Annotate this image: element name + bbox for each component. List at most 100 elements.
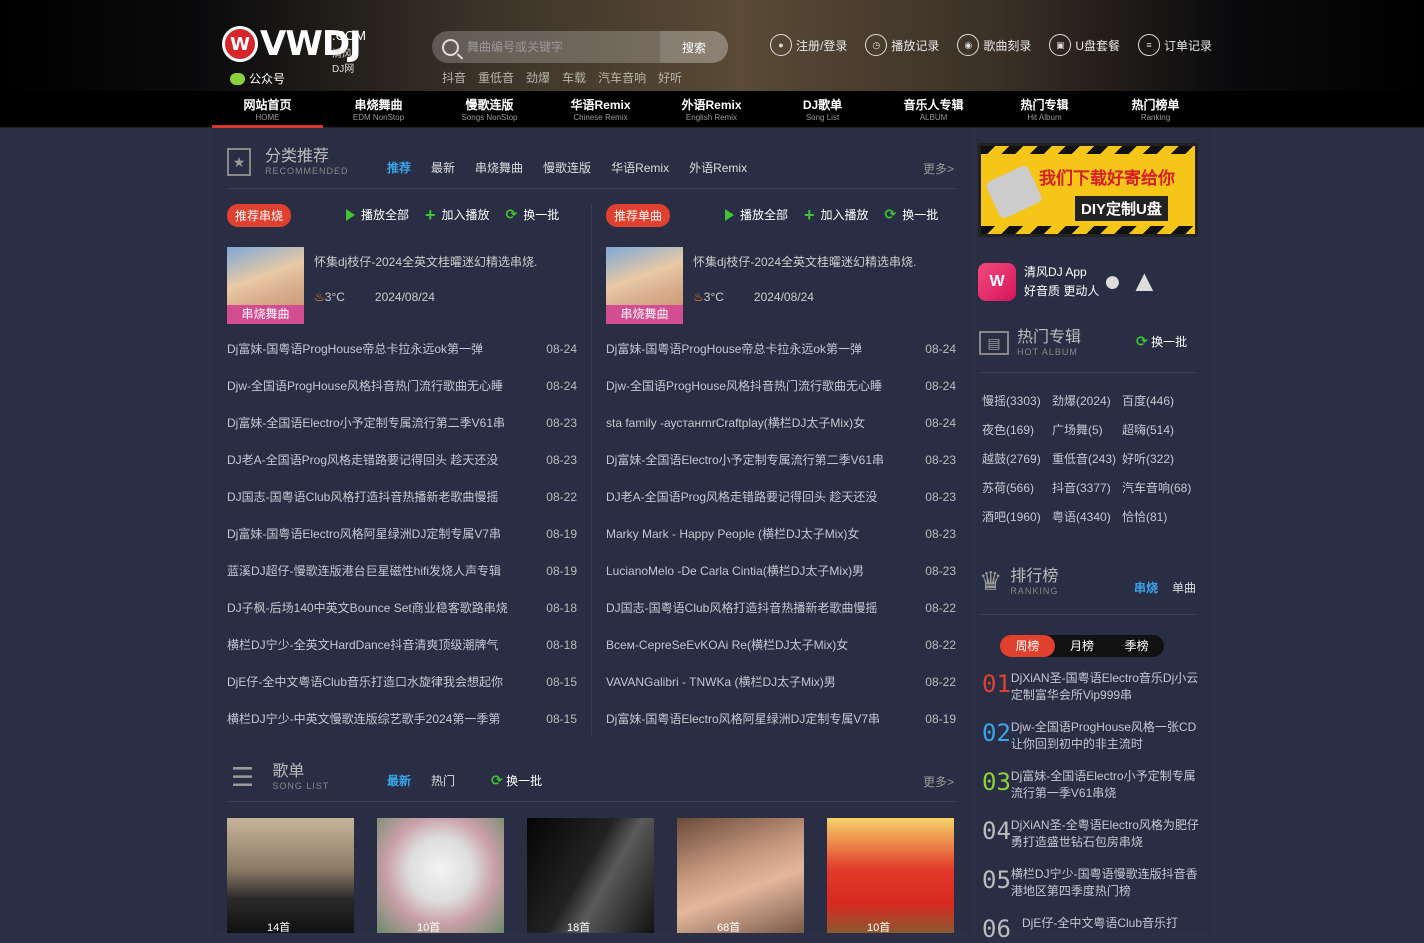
album-tag[interactable]: 恰恰(81) bbox=[1122, 508, 1202, 525]
track-row[interactable]: Marky Mark - Happy People (横栏DJ太子Mix)女 08… bbox=[606, 515, 956, 552]
track-row[interactable]: DjE仔-全中文粤语Club音乐打造口水旋律我会想起你 08-15 bbox=[227, 663, 577, 700]
songlist-more-link[interactable]: 更多> bbox=[923, 773, 954, 790]
nav-item-hit-album[interactable]: 热门专辑 Hit Album bbox=[989, 91, 1100, 128]
track-title[interactable]: 横栏DJ宁少-中英文慢歌连版综艺歌手2024第一季第 bbox=[227, 710, 500, 727]
tab-edm[interactable]: 串烧舞曲 bbox=[475, 159, 523, 176]
album-tag[interactable]: 酒吧(1960) bbox=[982, 508, 1052, 525]
refresh-button[interactable]: ⟳ 换一批 bbox=[506, 206, 560, 223]
apple-icon[interactable]: ● bbox=[1103, 266, 1121, 298]
search-input[interactable] bbox=[467, 40, 647, 54]
track-row[interactable]: 蓝溪DJ超仔-慢歌连版港台巨星磁性hifi发烧人声专辑 08-19 bbox=[227, 552, 577, 589]
tab-hot[interactable]: 热门 bbox=[431, 772, 455, 789]
track-title[interactable]: Dj富妹-全国语Electro小予定制专属流行第二季V61串 bbox=[227, 414, 505, 431]
tab-recommend[interactable]: 推荐 bbox=[387, 159, 411, 176]
hot-keyword[interactable]: 汽车音响 bbox=[598, 69, 646, 86]
track-title[interactable]: Djw-全国语ProgHouse风格抖音热门流行歌曲无心睡 bbox=[606, 377, 882, 394]
add-play-button[interactable]: + 加入播放 bbox=[425, 206, 490, 224]
app-download[interactable]: W 清风DJ App 好音质 更动人 ● ▲ bbox=[978, 256, 1198, 308]
hot-keyword[interactable]: 抖音 bbox=[442, 69, 466, 86]
track-title[interactable]: Marky Mark - Happy People (横栏DJ太子Mix)女 bbox=[606, 525, 859, 542]
burn-link[interactable]: ◉ 歌曲刻录 bbox=[957, 34, 1031, 56]
album-tag[interactable]: 超嗨(514) bbox=[1122, 421, 1202, 438]
track-row[interactable]: sta family -аустанrnrCraftplay(横栏DJ太子Mix… bbox=[606, 404, 956, 441]
tab-ranking-single[interactable]: 单曲 bbox=[1172, 579, 1196, 596]
track-row[interactable]: Djw-全国语ProgHouse风格抖音热门流行歌曲无心睡 08-24 bbox=[606, 367, 956, 404]
hot-keyword[interactable]: 车载 bbox=[562, 69, 586, 86]
songlist-refresh-button[interactable]: ⟳ 换一批 bbox=[491, 772, 542, 789]
nav-item-edm[interactable]: 串烧舞曲 EDM NonStop bbox=[323, 91, 434, 128]
tab-monthly[interactable]: 月榜 bbox=[1055, 635, 1110, 657]
album-tag[interactable]: 慢摇(3303) bbox=[982, 392, 1052, 409]
track-row[interactable]: DJ老A-全国语Prog风格走错路要记得回头 趁天还没 08-23 bbox=[606, 478, 956, 515]
rank-title[interactable]: DjXiAN圣-全粤语Electro风格为肥仔勇打造盛世钻石包房串烧 bbox=[1011, 817, 1202, 851]
nav-item-english-remix[interactable]: 外语Remix English Remix bbox=[656, 91, 767, 128]
search-button[interactable]: 搜索 bbox=[660, 31, 728, 63]
add-play-button[interactable]: + 加入播放 bbox=[804, 206, 869, 224]
usb-promo-banner[interactable]: 我们下载好寄给你 DIY定制U盘 bbox=[978, 143, 1198, 237]
track-title[interactable]: Всем-CepreSeEvKOAi Re(横栏DJ太子Mix)女 bbox=[606, 636, 848, 653]
track-title[interactable]: DJ国志-国粤语Club风格打造抖音热播新老歌曲慢摇 bbox=[227, 488, 498, 505]
orders-link[interactable]: ≡ 订单记录 bbox=[1138, 34, 1212, 56]
album-tag[interactable]: 好听(322) bbox=[1122, 450, 1202, 467]
track-row[interactable]: Dj富妹-国粤语Electro风格阿星绿洲DJ定制专属V7串 08-19 bbox=[227, 515, 577, 552]
login-link[interactable]: ● 注册/登录 bbox=[770, 34, 847, 56]
songlist-card[interactable]: 10首 bbox=[827, 818, 954, 934]
featured-track-right[interactable]: 串烧舞曲 怀集dj枝仔-2024全英文桂曤迷幻精选串烧. ♨3°C 2024/08… bbox=[606, 247, 916, 324]
songlist-card[interactable]: 18首 bbox=[527, 818, 654, 934]
track-row[interactable]: Dj富妹-国粤语ProgHouse帝总卡拉永远ok第一弹 08-24 bbox=[606, 330, 956, 367]
album-tag[interactable]: 劲爆(2024) bbox=[1052, 392, 1122, 409]
album-tag[interactable]: 越鼓(2769) bbox=[982, 450, 1052, 467]
nav-item-album[interactable]: 音乐人专辑 ALBUM bbox=[878, 91, 989, 128]
rank-title[interactable]: 横栏DJ宁少-国粤语慢歌连版抖音香港地区第四季度热门榜 bbox=[1011, 866, 1202, 900]
track-row[interactable]: 横栏DJ宁少-中英文慢歌连版综艺歌手2024第一季第 08-15 bbox=[227, 700, 577, 737]
track-row[interactable]: Dj富妹-国粤语Electro风格阿星绿洲DJ定制专属V7串 08-19 bbox=[606, 700, 956, 737]
album-tag[interactable]: 汽车音响(68) bbox=[1122, 479, 1202, 496]
track-title[interactable]: DJ老A-全国语Prog风格走错路要记得回头 趁天还没 bbox=[606, 488, 877, 505]
tab-ranking-edm[interactable]: 串烧 bbox=[1134, 579, 1158, 596]
ranking-item[interactable]: 06 DjE仔-全中文粤语Club音乐打 bbox=[982, 915, 1202, 943]
ranking-item[interactable]: 05 横栏DJ宁少-国粤语慢歌连版抖音香港地区第四季度热门榜 bbox=[982, 866, 1202, 900]
track-row[interactable]: DJ子枫-后场140中英文Bounce Set商业稳客歌路串烧 08-18 bbox=[227, 589, 577, 626]
nav-item-home[interactable]: 网站首页 HOME bbox=[212, 91, 323, 128]
track-title[interactable]: DJ子枫-后场140中英文Bounce Set商业稳客歌路串烧 bbox=[227, 599, 508, 616]
track-title[interactable]: Dj富妹-国粤语Electro风格阿星绿洲DJ定制专属V7串 bbox=[227, 525, 501, 542]
featured-track-left[interactable]: 串烧舞曲 怀集dj枝仔-2024全英文桂曤迷幻精选串烧. ♨3°C 2024/08… bbox=[227, 247, 537, 324]
track-title[interactable]: Djw-全国语ProgHouse风格抖音热门流行歌曲无心睡 bbox=[227, 377, 503, 394]
track-title[interactable]: DJ国志-国粤语Club风格打造抖音热播新老歌曲慢摇 bbox=[606, 599, 877, 616]
track-title[interactable]: LucianoMelo -De Carla Cintia(横栏DJ太子Mix)男 bbox=[606, 562, 864, 579]
play-all-button[interactable]: 播放全部 bbox=[725, 206, 788, 223]
songlist-card[interactable]: 14首 bbox=[227, 818, 354, 934]
play-history-link[interactable]: ◷ 播放记录 bbox=[865, 34, 939, 56]
featured-title[interactable]: 怀集dj枝仔-2024全英文桂曤迷幻精选串烧. bbox=[693, 253, 916, 270]
track-row[interactable]: DJ国志-国粤语Club风格打造抖音热播新老歌曲慢摇 08-22 bbox=[606, 589, 956, 626]
tab-chinese-remix[interactable]: 华语Remix bbox=[611, 159, 669, 176]
hot-keyword[interactable]: 劲爆 bbox=[526, 69, 550, 86]
track-row[interactable]: Всем-CepreSeEvKOAi Re(横栏DJ太子Mix)女 08-22 bbox=[606, 626, 956, 663]
tab-latest[interactable]: 最新 bbox=[387, 772, 411, 789]
track-title[interactable]: sta family -аустанrnrCraftplay(横栏DJ太子Mix… bbox=[606, 414, 865, 431]
hot-album-refresh-button[interactable]: ⟳ 换一批 bbox=[1136, 333, 1187, 350]
recommend-more-link[interactable]: 更多> bbox=[923, 160, 954, 177]
nav-item-chinese-remix[interactable]: 华语Remix Chinese Remix bbox=[545, 91, 656, 128]
songlist-card[interactable]: 68首 bbox=[677, 818, 804, 934]
nav-item-song-list[interactable]: DJ歌单 Song List bbox=[767, 91, 878, 128]
track-row[interactable]: LucianoMelo -De Carla Cintia(横栏DJ太子Mix)男… bbox=[606, 552, 956, 589]
songlist-card[interactable]: 10首 bbox=[377, 818, 504, 934]
track-cover[interactable]: 串烧舞曲 bbox=[606, 247, 683, 324]
wechat-link[interactable]: 公众号 bbox=[230, 70, 285, 87]
tab-weekly[interactable]: 周榜 bbox=[1000, 635, 1055, 657]
tab-latest[interactable]: 最新 bbox=[431, 159, 455, 176]
rank-title[interactable]: Dj富妹-全国语Electro小予定制专属流行第一季V61串烧 bbox=[1011, 768, 1202, 802]
ranking-item[interactable]: 04 DjXiAN圣-全粤语Electro风格为肥仔勇打造盛世钻石包房串烧 bbox=[982, 817, 1202, 851]
track-row[interactable]: Dj富妹-国粤语ProgHouse帝总卡拉永远ok第一弹 08-24 bbox=[227, 330, 577, 367]
track-title[interactable]: Dj富妹-全国语Electro小予定制专属流行第二季V61串 bbox=[606, 451, 884, 468]
album-tag[interactable]: 苏荷(566) bbox=[982, 479, 1052, 496]
album-tag[interactable]: 百度(446) bbox=[1122, 392, 1202, 409]
track-title[interactable]: Dj富妹-国粤语ProgHouse帝总卡拉永远ok第一弹 bbox=[606, 340, 862, 357]
track-row[interactable]: Dj富妹-全国语Electro小予定制专属流行第二季V61串 08-23 bbox=[606, 441, 956, 478]
ranking-item[interactable]: 02 Djw-全国语ProgHouse风格一张CD让你回到初中的非主流时 bbox=[982, 719, 1202, 753]
android-icon[interactable]: ▲ bbox=[1129, 266, 1159, 298]
site-logo[interactable]: W VWDJ .COM 清风DJ网 bbox=[222, 24, 366, 75]
album-tag[interactable]: 广场舞(5) bbox=[1052, 421, 1122, 438]
ranking-item[interactable]: 03 Dj富妹-全国语Electro小予定制专属流行第一季V61串烧 bbox=[982, 768, 1202, 802]
